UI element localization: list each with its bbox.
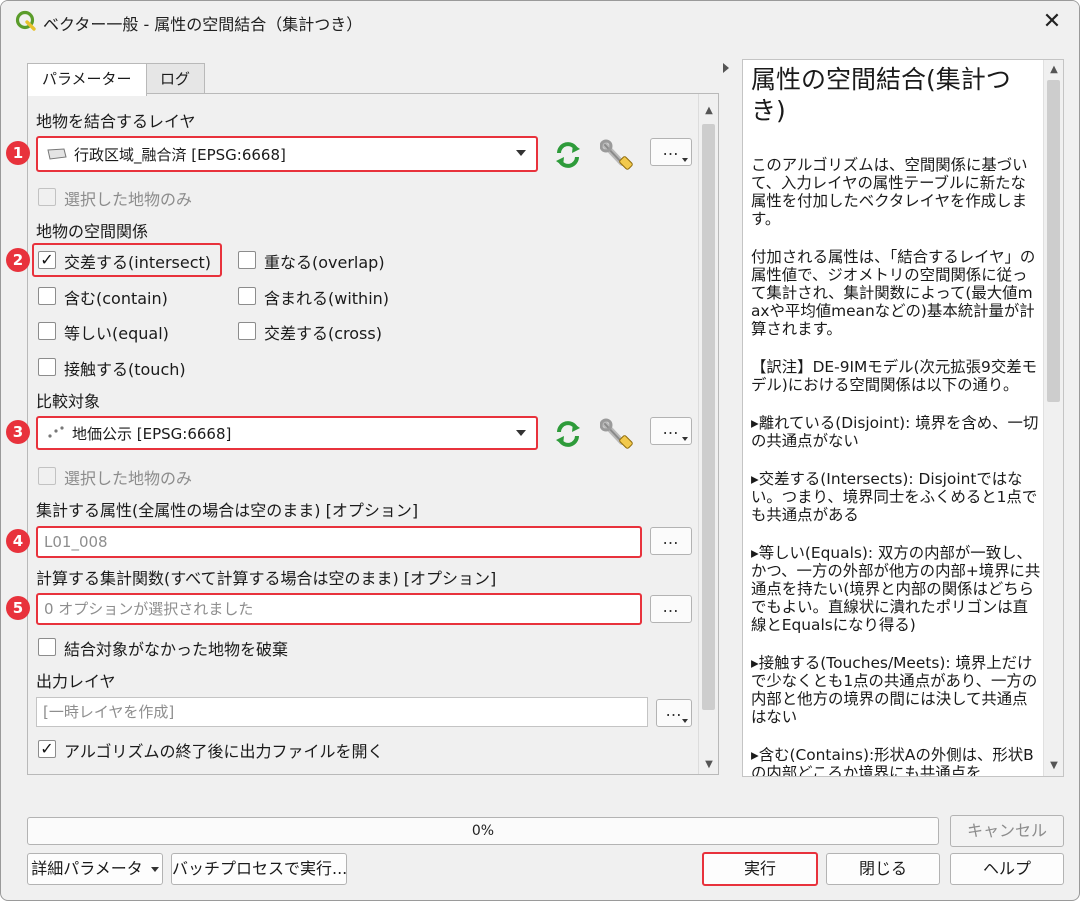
wrench-icon[interactable] (600, 418, 636, 450)
iterate-sync-icon[interactable] (551, 140, 585, 170)
close-button[interactable]: 閉じる (826, 853, 940, 885)
summaries-button[interactable]: … (650, 595, 692, 623)
predicate-contain-checkbox[interactable] (38, 287, 56, 305)
compare-layer-options-button[interactable]: … (650, 417, 692, 445)
point-layer-icon (48, 426, 64, 438)
output-layer-input[interactable]: [一時レイヤを作成] (36, 697, 648, 727)
cancel-button[interactable]: キャンセル (950, 815, 1064, 847)
help-panel: 属性の空間結合(集計つき) このアルゴリズムは、空間関係に基づいて、入力レイヤの… (742, 59, 1064, 777)
compare-selected-only-checkbox[interactable] (38, 467, 56, 485)
chevron-down-icon (150, 867, 159, 872)
join-selected-only-label: 選択した地物のみ (64, 190, 193, 209)
help-paragraph: ▸接触する(Touches/Meets): 境界上だけで少なくとも1点の共通点が… (751, 654, 1038, 726)
predicate-cross-label: 交差する(cross) (264, 324, 382, 343)
predicate-overlap-label: 重なる(overlap) (264, 253, 385, 272)
open-output-checkbox[interactable]: ✓ (38, 740, 56, 758)
batch-process-button[interactable]: バッチプロセスで実行... (171, 853, 347, 885)
tab-parameters[interactable]: パラメーター (27, 63, 147, 96)
processing-dialog: ベクター一般 - 属性の空間結合（集計つき） ✕ パラメーター ログ 地物を結合… (0, 0, 1080, 901)
join-selected-only-checkbox[interactable] (38, 188, 56, 206)
predicate-contain-label: 含む(contain) (64, 289, 168, 308)
iterate-sync-icon[interactable] (551, 419, 585, 449)
tab-log[interactable]: ログ (145, 63, 206, 95)
compare-layer-value: 地価公示 [EPSG:6668] (72, 424, 232, 443)
help-paragraph: ▸含む(Contains):形状Aの外側は、形状Bの内部どころか境界にも共通点を (751, 746, 1034, 777)
scroll-up-icon[interactable]: ▲ (699, 102, 719, 120)
help-button[interactable]: ヘルプ (950, 853, 1064, 885)
scroll-down-icon[interactable]: ▼ (1044, 758, 1063, 774)
predicate-touch-checkbox[interactable] (38, 358, 56, 376)
scroll-up-icon[interactable]: ▲ (1044, 62, 1063, 78)
collapse-help-icon[interactable] (723, 63, 729, 73)
summary-fields-button[interactable]: … (650, 527, 692, 555)
join-layer-value: 行政区域_融合済 [EPSG:6668] (74, 145, 286, 164)
predicate-overlap-checkbox[interactable] (238, 251, 256, 269)
run-button[interactable]: 実行 (702, 852, 818, 886)
join-layer-combo[interactable]: 行政区域_融合済 [EPSG:6668] (36, 136, 538, 172)
parameters-scroll-area: 地物を結合するレイヤ 1 行政区域_融合済 [EPSG:6668] … 選択した… (6, 94, 698, 774)
predicate-within-checkbox[interactable] (238, 287, 256, 305)
scrollbar-thumb[interactable] (1047, 80, 1060, 402)
join-layer-options-button[interactable]: … (650, 138, 692, 166)
qgis-logo-icon (15, 10, 36, 31)
compare-selected-only-label: 選択した地物のみ (64, 469, 193, 488)
help-paragraph: ▸等しい(Equals): 双方の内部が一致し、かつ、一方の外部が他方の内部+境… (751, 544, 1041, 634)
summaries-input[interactable]: 0 オプションが選択されました (36, 593, 642, 625)
output-layer-options-button[interactable]: … (656, 699, 692, 727)
window-title: ベクター一般 - 属性の空間結合（集計つき） (43, 15, 363, 34)
predicate-equal-checkbox[interactable] (38, 322, 56, 340)
help-content: 属性の空間結合(集計つき) このアルゴリズムは、空間関係に基づいて、入力レイヤの… (751, 64, 1041, 777)
parameters-panel: 地物を結合するレイヤ 1 行政区域_融合済 [EPSG:6668] … 選択した… (6, 93, 719, 775)
discard-nonmatching-label: 結合対象がなかった地物を破棄 (64, 640, 289, 659)
predicate-intersect-label: 交差する(intersect) (64, 253, 212, 272)
compare-layer-label: 比較対象 (36, 392, 101, 411)
output-layer-label: 出力レイヤ (36, 672, 116, 691)
annotation-badge-5: 5 (6, 596, 30, 620)
discard-nonmatching-checkbox[interactable] (38, 638, 56, 656)
annotation-badge-1: 1 (6, 141, 30, 165)
annotation-badge-4: 4 (6, 529, 30, 553)
predicate-label: 地物の空間関係 (36, 222, 149, 241)
help-paragraph: このアルゴリズムは、空間関係に基づいて、入力レイヤの属性テーブルに新たな属性を付… (751, 156, 1028, 228)
open-output-label: アルゴリズムの終了後に出力ファイルを開く (64, 742, 384, 761)
help-title: 属性の空間結合(集計つき) (751, 65, 1011, 125)
chevron-down-icon (516, 150, 526, 156)
summary-fields-input[interactable]: L01_008 (36, 526, 642, 558)
predicate-intersect-checkbox[interactable]: ✓ (38, 251, 56, 269)
scroll-down-icon[interactable]: ▼ (699, 756, 719, 774)
help-scrollbar[interactable]: ▲ ▼ (1043, 60, 1063, 776)
help-paragraph: ▸交差する(Intersects): Disjointではない。つまり、境界同士… (751, 470, 1038, 524)
advanced-parameters-button[interactable]: 詳細パラメータ (27, 853, 163, 885)
predicate-touch-label: 接触する(touch) (64, 360, 186, 379)
wrench-icon[interactable] (600, 139, 636, 171)
help-paragraph: ▸離れている(Disjoint): 境界を含め、一切の共通点がない (751, 414, 1039, 450)
summaries-label: 計算する集計関数(すべて計算する場合は空のまま) [オプション] (36, 569, 497, 588)
annotation-badge-3: 3 (6, 420, 30, 444)
predicate-equal-label: 等しい(equal) (64, 324, 169, 343)
title-bar: ベクター一般 - 属性の空間結合（集計つき） ✕ (1, 1, 1079, 43)
close-icon[interactable]: ✕ (1037, 7, 1067, 37)
parameters-scrollbar[interactable]: ▲ ▼ (698, 94, 718, 774)
predicate-within-label: 含まれる(within) (264, 289, 390, 308)
help-paragraph: 【訳注】DE-9IMモデル(次元拡張9交差モデル)における空間関係は以下の通り。 (751, 358, 1038, 394)
help-paragraph: 付加される属性は、「結合するレイヤ」の属性値で、ジオメトリの空間関係に従って集計… (751, 248, 1036, 338)
summary-fields-label: 集計する属性(全属性の場合は空のまま) [オプション] (36, 501, 419, 520)
progress-bar: 0% (27, 817, 939, 845)
join-layer-label: 地物を結合するレイヤ (36, 112, 196, 131)
predicate-cross-checkbox[interactable] (238, 322, 256, 340)
annotation-badge-2: 2 (6, 248, 30, 272)
compare-layer-combo[interactable]: 地価公示 [EPSG:6668] (36, 416, 538, 450)
scrollbar-thumb[interactable] (702, 124, 715, 710)
chevron-down-icon (516, 430, 526, 436)
polygon-layer-icon (47, 148, 67, 160)
